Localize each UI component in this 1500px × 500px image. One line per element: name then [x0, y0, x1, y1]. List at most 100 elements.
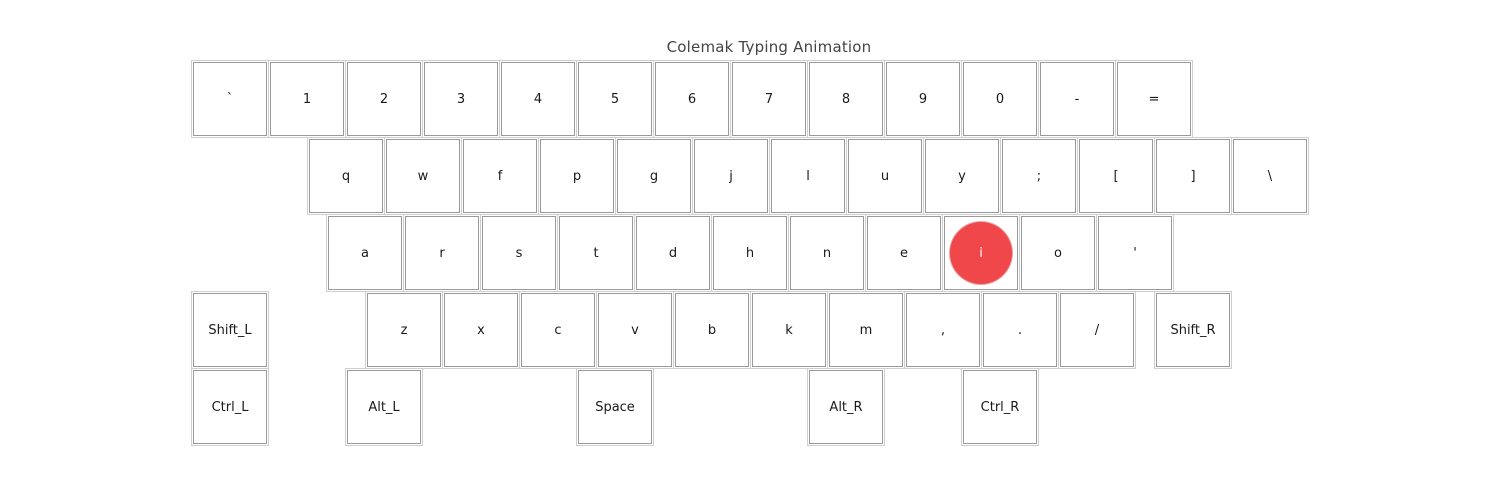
- key-label: 7: [764, 91, 774, 107]
- key-1[interactable]: 1: [268, 60, 346, 138]
- key-label: h: [745, 245, 755, 261]
- key-y[interactable]: y: [923, 137, 1001, 215]
- key-space[interactable]: Space: [576, 368, 654, 446]
- key-v[interactable]: v: [596, 291, 674, 369]
- key-left-bracket[interactable]: [: [1077, 137, 1155, 215]
- key-label: .: [1017, 322, 1023, 338]
- key-m[interactable]: m: [827, 291, 905, 369]
- key-right-bracket[interactable]: ]: [1154, 137, 1232, 215]
- key-label: [: [1113, 168, 1119, 184]
- key-apostrophe[interactable]: ': [1096, 214, 1174, 292]
- key-label: ': [1133, 245, 1137, 261]
- key-label: a: [361, 245, 369, 261]
- key-r[interactable]: r: [403, 214, 481, 292]
- key-label: k: [785, 322, 793, 338]
- key-label: u: [880, 168, 890, 184]
- key-label: 2: [379, 91, 389, 107]
- key-label: 0: [995, 91, 1005, 107]
- key-label: c: [554, 322, 562, 338]
- key-slash[interactable]: /: [1058, 291, 1136, 369]
- key-semicolon[interactable]: ;: [1000, 137, 1078, 215]
- key-0[interactable]: 0: [961, 60, 1039, 138]
- key-label: e: [900, 245, 908, 261]
- key-period[interactable]: .: [981, 291, 1059, 369]
- key-2[interactable]: 2: [345, 60, 423, 138]
- key-label: Alt_R: [829, 399, 863, 415]
- key-z[interactable]: z: [365, 291, 443, 369]
- key-h[interactable]: h: [711, 214, 789, 292]
- key-f[interactable]: f: [461, 137, 539, 215]
- key-label: w: [417, 168, 429, 184]
- key-ctrl-right[interactable]: Ctrl_R: [961, 368, 1039, 446]
- key-g[interactable]: g: [615, 137, 693, 215]
- key-label: `: [226, 91, 234, 107]
- key-3[interactable]: 3: [422, 60, 500, 138]
- key-label: q: [341, 168, 351, 184]
- key-label: Space: [595, 399, 635, 415]
- key-8[interactable]: 8: [807, 60, 885, 138]
- key-label: 5: [610, 91, 620, 107]
- key-4[interactable]: 4: [499, 60, 577, 138]
- key-backtick[interactable]: `: [191, 60, 269, 138]
- key-k[interactable]: k: [750, 291, 828, 369]
- key-label: =: [1148, 91, 1160, 107]
- key-i[interactable]: i: [942, 214, 1020, 292]
- key-w[interactable]: w: [384, 137, 462, 215]
- key-label: p: [572, 168, 582, 184]
- keyboard: ` 1 2 3 4 5 6 7 8 9 0 - = q w f p g j l …: [0, 0, 1500, 500]
- key-t[interactable]: t: [557, 214, 635, 292]
- key-l[interactable]: l: [769, 137, 847, 215]
- key-label: j: [729, 168, 733, 184]
- key-label: Ctrl_L: [211, 399, 249, 415]
- key-label: s: [515, 245, 523, 261]
- key-label: 3: [456, 91, 466, 107]
- key-alt-right[interactable]: Alt_R: [807, 368, 885, 446]
- key-label: y: [958, 168, 966, 184]
- key-b[interactable]: b: [673, 291, 751, 369]
- key-label: \: [1267, 168, 1273, 184]
- key-label: -: [1074, 91, 1080, 107]
- key-label: t: [593, 245, 599, 261]
- key-c[interactable]: c: [519, 291, 597, 369]
- key-s[interactable]: s: [480, 214, 558, 292]
- key-label: l: [806, 168, 810, 184]
- key-7[interactable]: 7: [730, 60, 808, 138]
- key-u[interactable]: u: [846, 137, 924, 215]
- key-label: Ctrl_R: [980, 399, 1020, 415]
- key-label: 4: [533, 91, 543, 107]
- key-comma[interactable]: ,: [904, 291, 982, 369]
- key-o[interactable]: o: [1019, 214, 1097, 292]
- key-p[interactable]: p: [538, 137, 616, 215]
- key-j[interactable]: j: [692, 137, 770, 215]
- key-a[interactable]: a: [326, 214, 404, 292]
- key-6[interactable]: 6: [653, 60, 731, 138]
- key-9[interactable]: 9: [884, 60, 962, 138]
- key-label: d: [668, 245, 678, 261]
- key-shift-right[interactable]: Shift_R: [1154, 291, 1232, 369]
- key-alt-left[interactable]: Alt_L: [345, 368, 423, 446]
- key-label: o: [1054, 245, 1062, 261]
- key-shift-left[interactable]: Shift_L: [191, 291, 269, 369]
- key-d[interactable]: d: [634, 214, 712, 292]
- key-label: i: [979, 245, 983, 261]
- key-x[interactable]: x: [442, 291, 520, 369]
- key-equals[interactable]: =: [1115, 60, 1193, 138]
- key-label: 6: [687, 91, 697, 107]
- key-label: v: [631, 322, 639, 338]
- key-label: Shift_R: [1170, 322, 1216, 338]
- key-label: f: [497, 168, 503, 184]
- key-minus[interactable]: -: [1038, 60, 1116, 138]
- key-q[interactable]: q: [307, 137, 385, 215]
- key-label: ]: [1190, 168, 1196, 184]
- key-label: ;: [1036, 168, 1042, 184]
- key-label: ,: [940, 322, 946, 338]
- key-backslash[interactable]: \: [1231, 137, 1309, 215]
- key-label: 8: [841, 91, 851, 107]
- key-e[interactable]: e: [865, 214, 943, 292]
- key-label: b: [707, 322, 717, 338]
- key-label: x: [477, 322, 485, 338]
- key-n[interactable]: n: [788, 214, 866, 292]
- key-label: Alt_L: [368, 399, 400, 415]
- key-ctrl-left[interactable]: Ctrl_L: [191, 368, 269, 446]
- key-5[interactable]: 5: [576, 60, 654, 138]
